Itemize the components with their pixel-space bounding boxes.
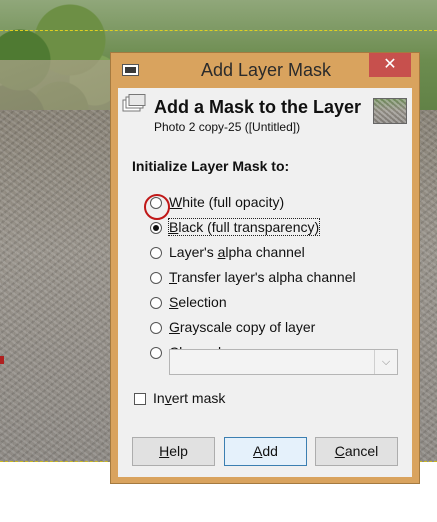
red-marker xyxy=(0,356,4,364)
radio-selection[interactable] xyxy=(150,297,162,309)
radio-transfer-alpha[interactable] xyxy=(150,272,162,284)
radio-grayscale-copy[interactable] xyxy=(150,322,162,334)
annotation-circle xyxy=(144,194,170,220)
section-label: Initialize Layer Mask to: xyxy=(132,158,290,174)
option-label: Grayscale copy of layer xyxy=(169,319,316,335)
layer-thumbnail xyxy=(373,98,407,124)
app-icon xyxy=(122,64,139,76)
channel-select: ⌵ xyxy=(169,349,398,375)
add-layer-mask-dialog: Add Layer Mask ✕ Add a Mask to the Layer… xyxy=(110,52,420,484)
dialog-header: Add a Mask to the Layer Photo 2 copy-25 … xyxy=(118,88,412,140)
option-label: Selection xyxy=(169,294,227,310)
header-subtitle: Photo 2 copy-25 ([Untitled]) xyxy=(154,120,301,134)
dialog-body: Add a Mask to the Layer Photo 2 copy-25 … xyxy=(118,88,412,477)
add-button[interactable]: Add xyxy=(224,437,307,466)
window-title: Add Layer Mask xyxy=(200,60,332,80)
chevron-down-icon: ⌵ xyxy=(374,350,397,374)
layer-mask-icon xyxy=(122,94,146,112)
option-label: Black (full transparency) xyxy=(167,218,321,236)
close-button[interactable]: ✕ xyxy=(369,53,411,77)
header-title: Add a Mask to the Layer xyxy=(154,97,362,117)
help-button[interactable]: Help xyxy=(132,437,215,466)
radio-alpha-channel[interactable] xyxy=(150,247,162,259)
cancel-button[interactable]: Cancel xyxy=(315,437,398,466)
option-label: Transfer layer's alpha channel xyxy=(169,269,356,285)
invert-mask-label: Invert mask xyxy=(153,390,226,406)
option-label: White (full opacity) xyxy=(169,194,285,210)
radio-black[interactable] xyxy=(150,222,162,234)
layer-boundary-top xyxy=(0,30,437,31)
radio-channel[interactable] xyxy=(150,347,162,359)
invert-mask-checkbox[interactable] xyxy=(134,393,146,405)
title-bar[interactable]: Add Layer Mask ✕ xyxy=(111,53,419,88)
option-label: Layer's alpha channel xyxy=(169,244,305,260)
